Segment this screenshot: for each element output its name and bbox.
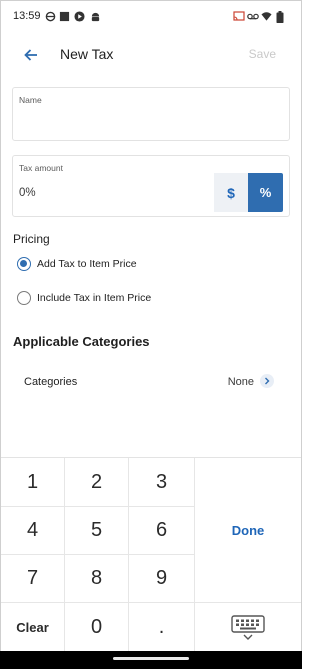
tax-amount-label: Tax amount (19, 163, 63, 173)
name-label: Name (19, 95, 42, 105)
gesture-navigation-bar (0, 651, 302, 669)
radio-button-checked[interactable] (17, 257, 31, 271)
key-9[interactable]: 9 (129, 555, 195, 603)
categories-label: Categories (24, 376, 78, 388)
back-button[interactable] (18, 42, 44, 68)
applicable-categories-heading: Applicable Categories (13, 334, 150, 349)
key-8[interactable]: 8 (65, 555, 129, 603)
radio-include-tax-label: Include Tax in Item Price (37, 292, 152, 304)
name-field[interactable]: Name (12, 87, 290, 141)
key-3[interactable]: 3 (129, 458, 195, 507)
android-icon (91, 12, 100, 22)
key-6[interactable]: 6 (129, 507, 195, 555)
key-clear[interactable]: Clear (1, 603, 65, 652)
unit-dollar-toggle[interactable]: $ (214, 173, 248, 212)
settings-icon (45, 11, 56, 22)
play-icon (74, 11, 85, 22)
chevron-right-icon (260, 374, 274, 388)
key-4[interactable]: 4 (1, 507, 65, 555)
home-handle[interactable] (113, 657, 189, 660)
page-title: New Tax (60, 46, 114, 62)
radio-button-unchecked[interactable] (17, 291, 31, 305)
app-bar: New Tax Save (0, 34, 302, 78)
status-time: 13:59 (13, 10, 41, 22)
tax-amount-value: 0% (19, 187, 36, 199)
radio-include-tax[interactable]: Include Tax in Item Price (17, 288, 151, 308)
key-5[interactable]: 5 (65, 507, 129, 555)
key-2[interactable]: 2 (65, 458, 129, 507)
voicemail-icon (247, 13, 259, 20)
numeric-keypad: 1 2 3 4 5 6 7 8 9 Clear 0 . Done (1, 457, 301, 652)
status-bar: 13:59 (0, 0, 302, 34)
square-icon (59, 11, 70, 22)
keyboard-toggle-button[interactable] (195, 603, 301, 652)
cast-icon (233, 11, 245, 21)
key-0[interactable]: 0 (65, 603, 129, 652)
radio-add-tax[interactable]: Add Tax to Item Price (17, 254, 137, 274)
key-decimal[interactable]: . (129, 603, 195, 652)
tax-amount-field[interactable]: Tax amount 0% $ % (12, 155, 290, 217)
categories-row[interactable]: Categories None (12, 368, 290, 398)
done-button[interactable]: Done (195, 458, 301, 603)
unit-percent-toggle[interactable]: % (248, 173, 283, 212)
pricing-label: Pricing (13, 232, 50, 246)
key-1[interactable]: 1 (1, 458, 65, 507)
battery-icon (276, 11, 284, 23)
wifi-icon (261, 12, 272, 21)
keyboard-icon (231, 614, 265, 640)
back-arrow-icon (24, 49, 37, 61)
categories-value: None (227, 376, 254, 388)
save-button[interactable]: Save (249, 47, 276, 61)
key-7[interactable]: 7 (1, 555, 65, 603)
radio-add-tax-label: Add Tax to Item Price (37, 258, 137, 270)
